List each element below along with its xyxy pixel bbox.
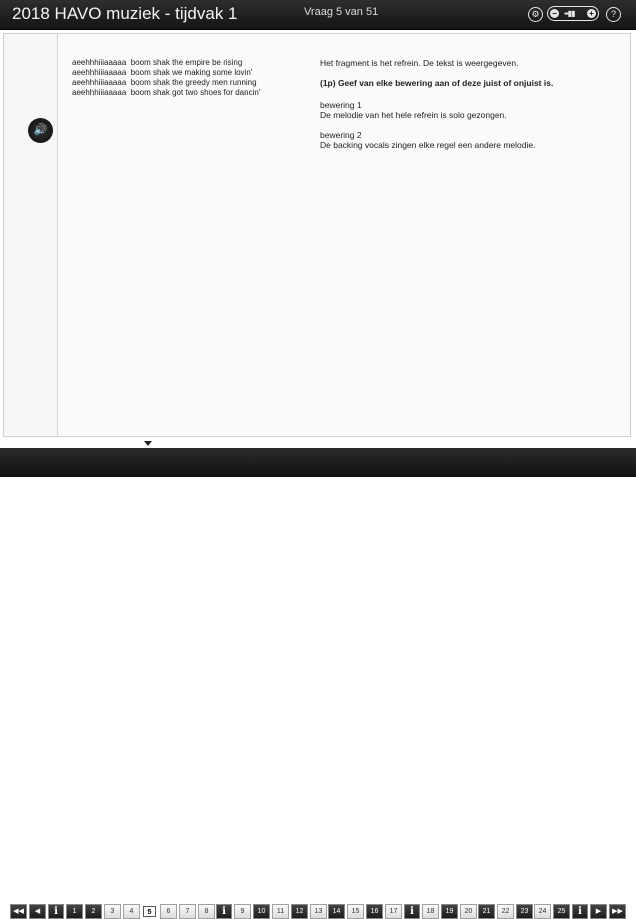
left-column: 🔊: [4, 34, 58, 436]
first-question-button[interactable]: ◀◀: [10, 904, 27, 919]
previous-question-button[interactable]: ◀: [29, 904, 46, 919]
page-button-20[interactable]: 20: [460, 904, 477, 919]
page-button-8[interactable]: 8: [198, 904, 215, 919]
page-button-16[interactable]: 16: [366, 904, 383, 919]
page-button-19[interactable]: 19: [441, 904, 458, 919]
question-intro: Het fragment is het refrein. De tekst is…: [320, 58, 519, 68]
title-bar: 2018 HAVO muziek - tijdvak 1 Vraag 5 van…: [0, 0, 636, 30]
statement-1-label: bewering 1: [320, 100, 362, 110]
page-button-6[interactable]: 6: [160, 904, 177, 919]
page-button-24[interactable]: 24: [534, 904, 551, 919]
statement-1-text: De melodie van het hele refrein is solo …: [320, 110, 507, 120]
question-prompt: (1p) Geef van elke bewering aan of deze …: [320, 78, 554, 88]
info-icon[interactable]: i: [216, 904, 232, 919]
page-button-2[interactable]: 2: [85, 904, 102, 919]
volume-down-icon[interactable]: −: [550, 9, 559, 18]
statement-2-text: De backing vocals zingen elke regel een …: [320, 140, 536, 150]
info-icon[interactable]: i: [572, 904, 588, 919]
content-panel: 🔊 aeehhhiiiaaaaa boom shak the empire be…: [3, 33, 631, 437]
page-button-11[interactable]: 11: [272, 904, 289, 919]
page-button-3[interactable]: 3: [104, 904, 121, 919]
page-button-23[interactable]: 23: [516, 904, 533, 919]
audio-play-button[interactable]: 🔊: [28, 118, 53, 143]
page-button-21[interactable]: 21: [478, 904, 495, 919]
question-block: Het fragment is het refrein. De tekst is…: [320, 58, 553, 150]
question-counter: Vraag 5 van 51: [304, 6, 379, 18]
page-button-18[interactable]: 18: [422, 904, 439, 919]
exam-title: 2018 HAVO muziek - tijdvak 1: [12, 4, 238, 23]
volume-level-icon: ▪▪▮▮: [564, 9, 576, 18]
page-button-12[interactable]: 12: [291, 904, 308, 919]
lyrics-line: aeehhhiiiaaaaa boom shak we making some …: [72, 68, 253, 77]
page-button-7[interactable]: 7: [179, 904, 196, 919]
next-question-button[interactable]: ▶: [590, 904, 607, 919]
page-button-5-current[interactable]: 5: [141, 904, 158, 919]
navigation-bar: ◀◀ ◀ i 1 2 3 4 5 6 7 8 i 9 10 11 12 13 1…: [0, 448, 636, 919]
lyrics-line: aeehhhiiiaaaaa boom shak got two shoes f…: [72, 88, 261, 97]
current-page-marker: [144, 441, 152, 446]
settings-icon[interactable]: ⚙: [528, 7, 543, 22]
lyrics-block: aeehhhiiiaaaaa boom shak the empire be r…: [72, 58, 260, 98]
volume-control[interactable]: − ▪▪▮▮ +: [547, 6, 599, 21]
page-button-15[interactable]: 15: [347, 904, 364, 919]
info-icon[interactable]: i: [48, 904, 64, 919]
page-button-9[interactable]: 9: [234, 904, 251, 919]
speaker-icon: 🔊: [33, 124, 48, 136]
page-button-14[interactable]: 14: [328, 904, 345, 919]
page-button-25[interactable]: 25: [553, 904, 570, 919]
info-icon[interactable]: i: [404, 904, 420, 919]
page-button-4[interactable]: 4: [123, 904, 140, 919]
statement-2-label: bewering 2: [320, 130, 362, 140]
volume-up-icon[interactable]: +: [587, 9, 596, 18]
page-button-10[interactable]: 10: [253, 904, 270, 919]
page-button-22[interactable]: 22: [497, 904, 514, 919]
lyrics-line: aeehhhiiiaaaaa boom shak the empire be r…: [72, 58, 243, 67]
last-question-button[interactable]: ▶▶: [609, 904, 626, 919]
help-icon[interactable]: ?: [606, 7, 621, 22]
page-button-13[interactable]: 13: [310, 904, 327, 919]
page-button-17[interactable]: 17: [385, 904, 402, 919]
lyrics-line: aeehhhiiiaaaaa boom shak the greedy men …: [72, 78, 257, 87]
page-button-1[interactable]: 1: [66, 904, 83, 919]
